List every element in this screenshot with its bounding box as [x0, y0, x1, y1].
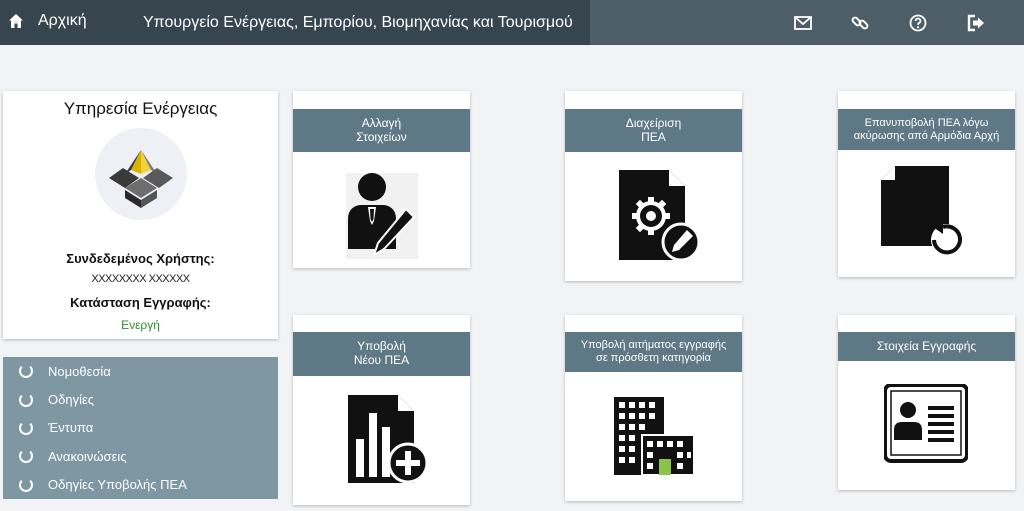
link-icon[interactable]	[850, 13, 870, 33]
help-icon[interactable]	[908, 13, 928, 33]
tile-title: Επανυποβολή ΠΕΑ λόγω ακύρωσης από Αρμόδι…	[838, 109, 1015, 150]
status-label: Κατάσταση Εγγραφής:	[70, 295, 211, 310]
page-title: Υπουργείο Ενέργειας, Εμπορίου, Βιομηχανί…	[143, 14, 573, 31]
tile-title: Υποβολή Νέου ΠΕΑ	[293, 332, 470, 376]
tile-registration-details[interactable]: Στοιχεία Εγγραφής	[838, 315, 1015, 490]
menu-item-forms[interactable]: Έντυπα	[3, 414, 278, 442]
tile-title-text: Διαχείριση ΠΕΑ	[625, 115, 682, 144]
tile-title-text: Υποβολή αιτήματος εγγραφής σε πρόσθετη κ…	[580, 339, 727, 364]
side-menu: Νομοθεσία Οδηγίες Έντυπα Ανακοινώσεις Οδ…	[3, 357, 278, 499]
menu-item-label: Ανακοινώσεις	[48, 448, 127, 464]
document-chart-add-icon	[348, 395, 430, 485]
home-icon	[9, 14, 23, 28]
tile-title: Υποβολή αιτήματος εγγραφής σε πρόσθετη κ…	[565, 332, 742, 372]
tile-submit-new-pea[interactable]: Υποβολή Νέου ΠΕΑ	[293, 315, 470, 505]
logout-icon[interactable]	[966, 13, 986, 33]
tile-title-text: Στοιχεία Εγγραφής	[876, 338, 977, 353]
tile-title-text: Επανυποβολή ΠΕΑ λόγω ακύρωσης από Αρμόδι…	[853, 116, 1000, 142]
menu-item-label: Οδηγίες	[48, 392, 95, 408]
service-name: Υπηρεσία Ενέργειας	[63, 99, 218, 118]
tile-change-details[interactable]: Αλλαγή Στοιχείων	[293, 91, 470, 268]
tile-title: Αλλαγή Στοιχείων	[293, 109, 470, 152]
menu-item-label: Οδηγίες Υποβολής ΠΕΑ	[48, 477, 187, 493]
tile-manage-pea[interactable]: Διαχείριση ΠΕΑ	[565, 91, 742, 281]
menu-item-instructions[interactable]: Οδηγίες	[3, 385, 278, 413]
circle-icon	[19, 420, 33, 435]
top-bar: Αρχική Υπουργείο Ενέργειας, Εμπορίου, Βι…	[0, 0, 1024, 45]
tile-title: Στοιχεία Εγγραφής	[838, 332, 1015, 361]
menu-item-label: Νομοθεσία	[48, 363, 111, 379]
tile-title: Διαχείριση ΠΕΑ	[565, 109, 742, 152]
energy-service-logo	[95, 128, 187, 220]
user-label: Συνδεδεμένος Χρήστης:	[66, 251, 215, 266]
document-resubmit-icon	[881, 166, 973, 258]
profile-card: Υπηρεσία Ενέργειας Συνδεδεμένος Χρήστης:…	[3, 91, 278, 339]
menu-item-label: Έντυπα	[48, 420, 94, 436]
menu-item-legislation[interactable]: Νομοθεσία	[3, 357, 278, 385]
tile-additional-category[interactable]: Υποβολή αιτήματος εγγραφής σε πρόσθετη κ…	[565, 315, 742, 501]
menu-item-announcements[interactable]: Ανακοινώσεις	[3, 442, 278, 470]
user-edit-icon	[346, 173, 418, 259]
document-settings-icon	[619, 170, 701, 262]
envelope-icon[interactable]	[793, 13, 813, 33]
building-icon	[614, 397, 694, 475]
menu-item-submission-guide[interactable]: Οδηγίες Υποβολής ΠΕΑ	[3, 471, 278, 499]
circle-icon	[19, 449, 33, 464]
top-bar-left: Αρχική Υπουργείο Ενέργειας, Εμπορίου, Βι…	[0, 0, 590, 45]
id-card-icon	[884, 384, 968, 464]
tile-title-text: Αλλαγή Στοιχείων	[356, 115, 407, 144]
circle-icon	[19, 392, 33, 407]
home-link[interactable]: Αρχική	[8, 12, 87, 30]
status-value: Ενεργή	[121, 318, 160, 332]
home-label: Αρχική	[38, 12, 87, 29]
tile-resubmit-pea[interactable]: Επανυποβολή ΠΕΑ λόγω ακύρωσης από Αρμόδι…	[838, 91, 1015, 277]
circle-icon	[19, 364, 33, 379]
tile-title-text: Υποβολή Νέου ΠΕΑ	[353, 339, 410, 367]
circle-icon	[19, 477, 33, 492]
user-value: XXXXXXXX XXXXXX	[91, 273, 190, 285]
